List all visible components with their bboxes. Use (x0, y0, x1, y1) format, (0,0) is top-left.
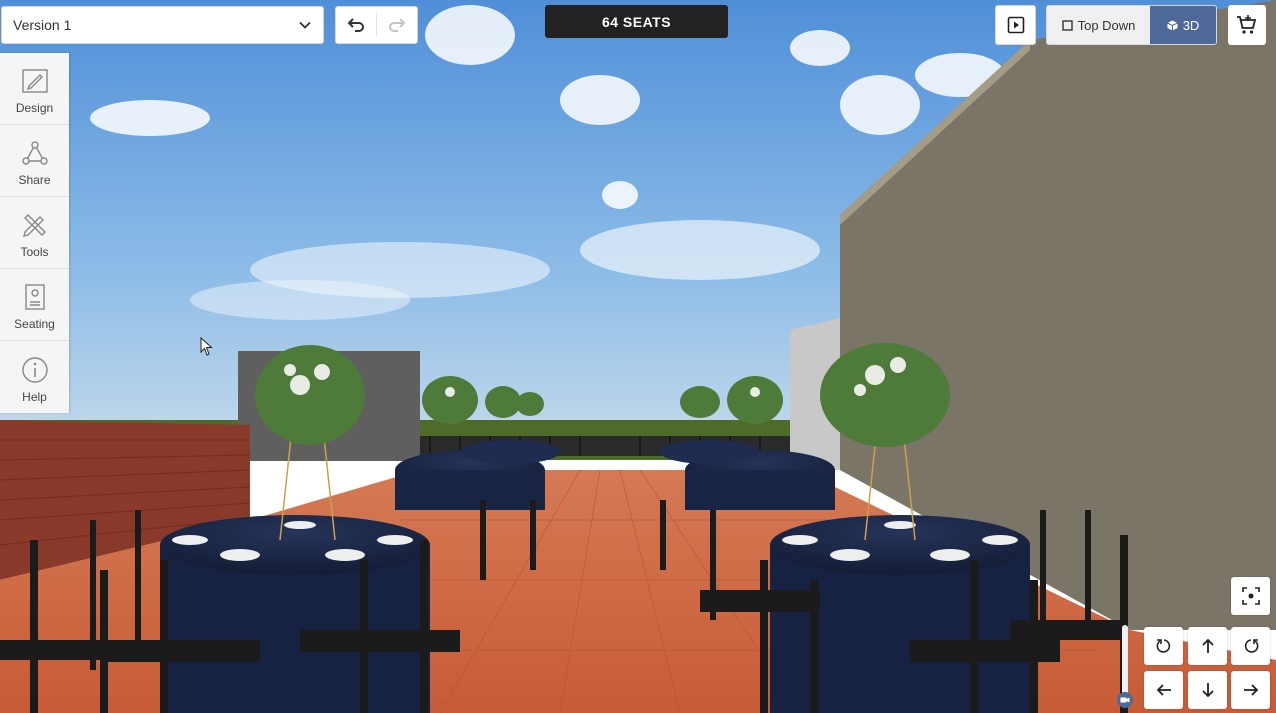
camera-icon (1120, 697, 1130, 703)
move-forward-button[interactable] (1188, 627, 1227, 665)
redo-button[interactable] (377, 7, 417, 43)
3d-view-button[interactable]: 3D (1150, 6, 1216, 44)
recenter-camera-button[interactable] (1231, 577, 1270, 615)
arrow-left-icon (1156, 684, 1171, 696)
seating-icon (24, 284, 45, 310)
help-icon (21, 357, 48, 383)
cube-icon (1166, 20, 1178, 30)
view-mode-toggle: Top Down 3D (1046, 5, 1217, 45)
top-down-label: Top Down (1077, 17, 1136, 33)
arrow-right-icon (1243, 684, 1258, 696)
mouse-cursor-icon (200, 337, 213, 356)
sidebar-item-tools[interactable]: Tools (0, 197, 69, 269)
sidebar-item-label: Help (22, 390, 47, 404)
share-icon (21, 141, 48, 165)
square-icon (1061, 19, 1073, 31)
rotate-left-button[interactable] (1144, 627, 1183, 665)
move-back-button[interactable] (1188, 671, 1227, 709)
rotate-right-icon (1244, 639, 1258, 653)
redo-icon (389, 18, 406, 32)
arrow-up-icon (1201, 638, 1214, 653)
move-left-button[interactable] (1144, 671, 1183, 709)
zoom-slider-handle[interactable] (1117, 692, 1133, 708)
play-icon (1007, 16, 1024, 34)
focus-icon (1241, 587, 1260, 605)
undo-button[interactable] (336, 7, 376, 43)
sidebar-item-label: Tools (20, 245, 49, 259)
3d-label: 3D (1182, 17, 1200, 33)
sidebar-item-share[interactable]: Share (0, 125, 69, 197)
version-select-value: Version 1 (13, 17, 72, 33)
undo-redo-group (335, 6, 418, 44)
seat-count-badge: 64 SEATS (545, 5, 728, 38)
sidebar-item-label: Design (15, 101, 54, 115)
sidebar-item-design[interactable]: Design (0, 53, 69, 125)
venue-3d-scene (0, 0, 1276, 713)
seat-count-label: 64 SEATS (601, 13, 672, 30)
sidebar-item-label: Share (18, 173, 51, 187)
design-icon (21, 69, 48, 93)
sidebar-item-seating[interactable]: Seating (0, 269, 69, 341)
top-down-view-button[interactable]: Top Down (1047, 6, 1150, 44)
version-select[interactable]: Version 1 (1, 6, 324, 44)
move-right-button[interactable] (1231, 671, 1270, 709)
left-sidebar: Design Share Tools Seating Help (0, 53, 69, 413)
tools-icon (22, 214, 46, 237)
cart-button[interactable] (1228, 5, 1266, 45)
sidebar-item-label: Seating (14, 317, 55, 331)
cart-add-icon (1237, 15, 1257, 34)
arrow-down-icon (1201, 683, 1214, 698)
chevron-down-icon (299, 21, 311, 29)
sidebar-item-help[interactable]: Help (0, 341, 69, 413)
play-walkthrough-button[interactable] (995, 5, 1036, 45)
rotate-left-icon (1156, 639, 1170, 653)
undo-icon (347, 18, 364, 32)
rotate-right-button[interactable] (1231, 627, 1270, 665)
